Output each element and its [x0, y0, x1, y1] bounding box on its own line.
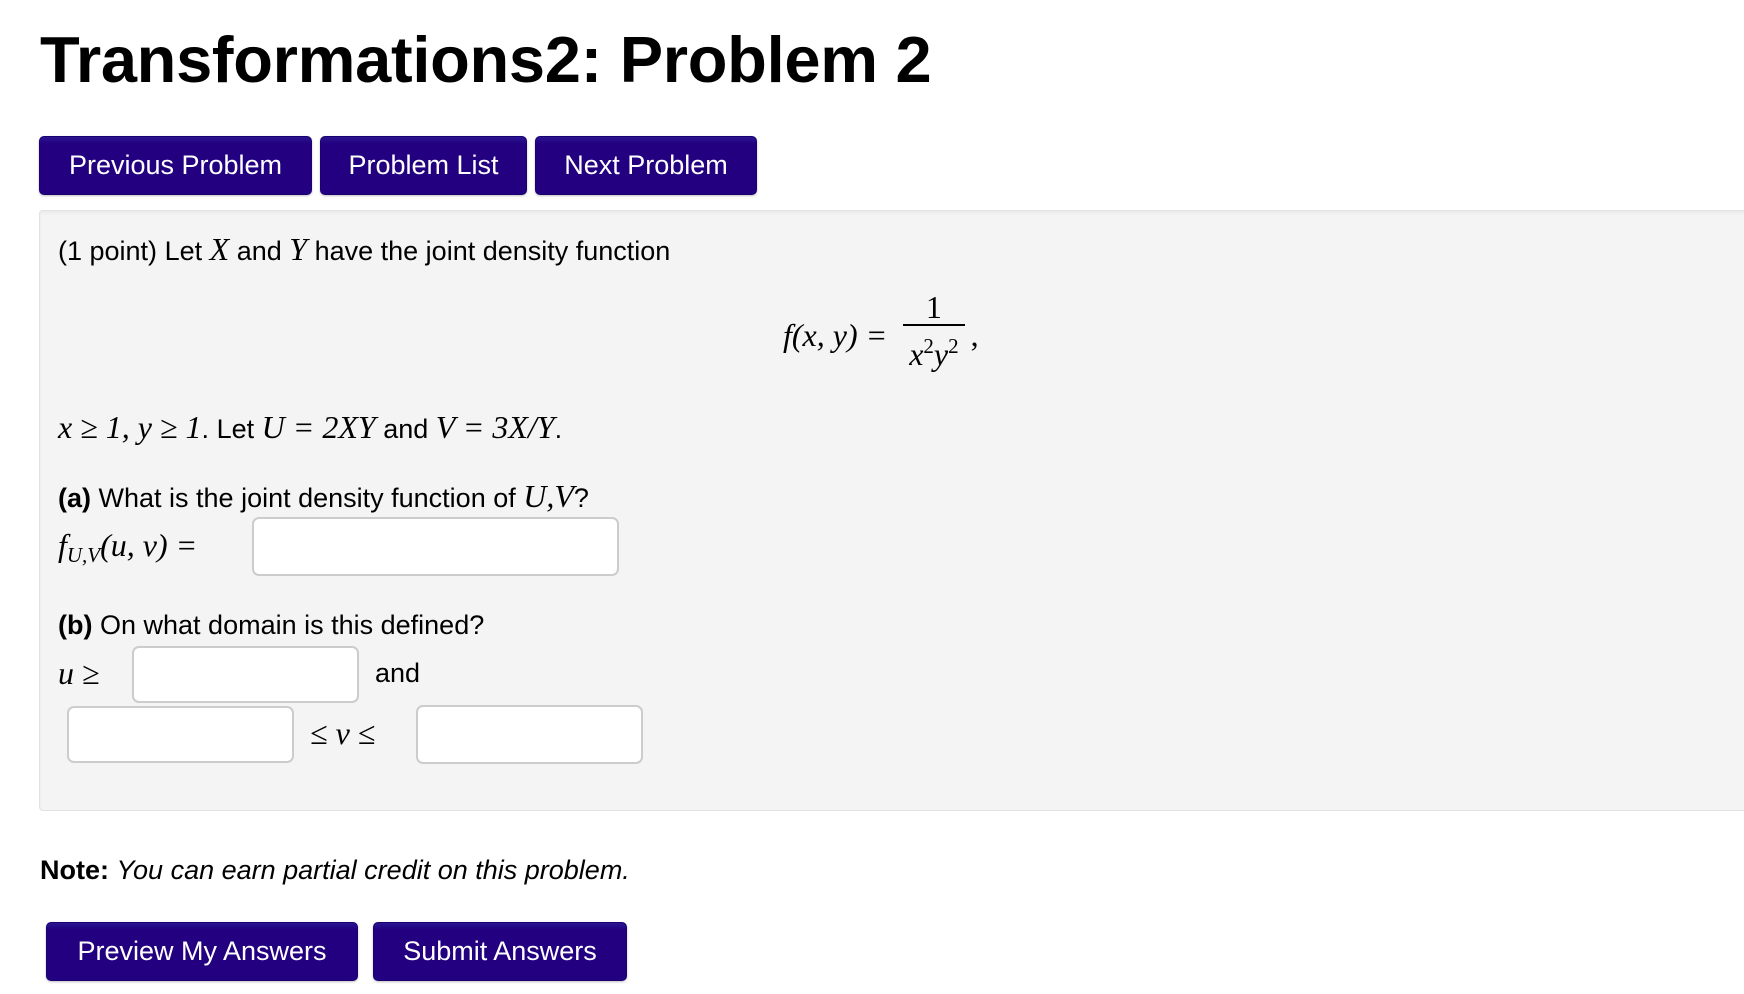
- var-x: X: [209, 231, 230, 267]
- lhs-args: (u, v) =: [100, 527, 198, 563]
- den-y-exp: 2: [948, 333, 959, 358]
- joint-density-answer-input[interactable]: [252, 517, 619, 576]
- u-lower-bound-input[interactable]: [132, 646, 359, 703]
- intro-and: and: [236, 236, 282, 266]
- formula-fraction: 1 x2y2: [903, 288, 965, 381]
- note-text: You can earn partial credit on this prob…: [116, 855, 630, 885]
- formula-lhs: f(x, y) =: [783, 316, 888, 353]
- lhs-f: f: [58, 527, 67, 563]
- intro-rest: have the joint density function: [314, 236, 671, 266]
- and-label: and: [375, 658, 421, 688]
- part-b-question: (b) On what domain is this defined?: [58, 608, 484, 642]
- partial-credit-note: Note: You can earn partial credit on thi…: [40, 855, 630, 886]
- fraction-denominator: x2y2: [903, 326, 964, 381]
- part-a-question: (a) What is the joint density function o…: [58, 479, 589, 515]
- den-x-exp: 2: [923, 333, 934, 358]
- problem-list-button[interactable]: Problem List: [320, 136, 527, 195]
- submit-answers-button[interactable]: Submit Answers: [373, 922, 627, 981]
- formula-comma: ,: [970, 316, 979, 353]
- density-formula: f(x, y) = 1 x2y2 ,: [783, 290, 979, 380]
- part-a-lhs: fU,V(u, v) =: [58, 528, 197, 572]
- v-definition: V = 3X/Y: [435, 409, 555, 445]
- support-condition: x ≥ 1, y ≥ 1: [58, 409, 202, 445]
- u-definition: U = 2XY: [261, 409, 376, 445]
- part-a-label: (a): [58, 483, 91, 513]
- preview-answers-button[interactable]: Preview My Answers: [46, 922, 358, 981]
- lhs-subscript: U,V: [66, 543, 101, 567]
- part-b-label: (b): [58, 610, 93, 640]
- v-lower-bound-input[interactable]: [67, 706, 294, 763]
- note-label: Note:: [40, 855, 109, 885]
- page-title: Transformations2: Problem 2: [40, 23, 932, 96]
- end-period: .: [554, 414, 563, 444]
- conditions-line: x ≥ 1, y ≥ 1. Let U = 2XY and V = 3X/Y.: [58, 410, 562, 446]
- part-b-text: On what domain is this defined?: [100, 610, 485, 640]
- den-x: x: [909, 335, 924, 372]
- le-v-le-text: ≤ v ≤: [310, 715, 376, 751]
- and-text: and: [383, 414, 429, 444]
- v-upper-bound-input[interactable]: [416, 705, 643, 764]
- den-y: y: [933, 335, 949, 372]
- var-y: Y: [289, 231, 308, 267]
- u-ge-text: u ≥: [58, 655, 100, 691]
- problem-intro: (1 point) Let X and Y have the joint den…: [58, 232, 670, 268]
- qmark: ?: [573, 483, 589, 513]
- v-range-label: ≤ v ≤: [310, 716, 375, 752]
- fraction-numerator: 1: [925, 288, 942, 325]
- period: .: [201, 414, 210, 444]
- u-ge-label: u ≥: [58, 656, 100, 692]
- intro-let: Let: [164, 236, 203, 266]
- part-a-text: What is the joint density function of: [98, 483, 516, 513]
- next-problem-button[interactable]: Next Problem: [535, 136, 757, 195]
- part-a-vars: U,V: [523, 478, 574, 514]
- points-label: (1 point): [58, 236, 158, 266]
- previous-problem-button[interactable]: Previous Problem: [39, 136, 312, 195]
- let-text: Let: [216, 414, 255, 444]
